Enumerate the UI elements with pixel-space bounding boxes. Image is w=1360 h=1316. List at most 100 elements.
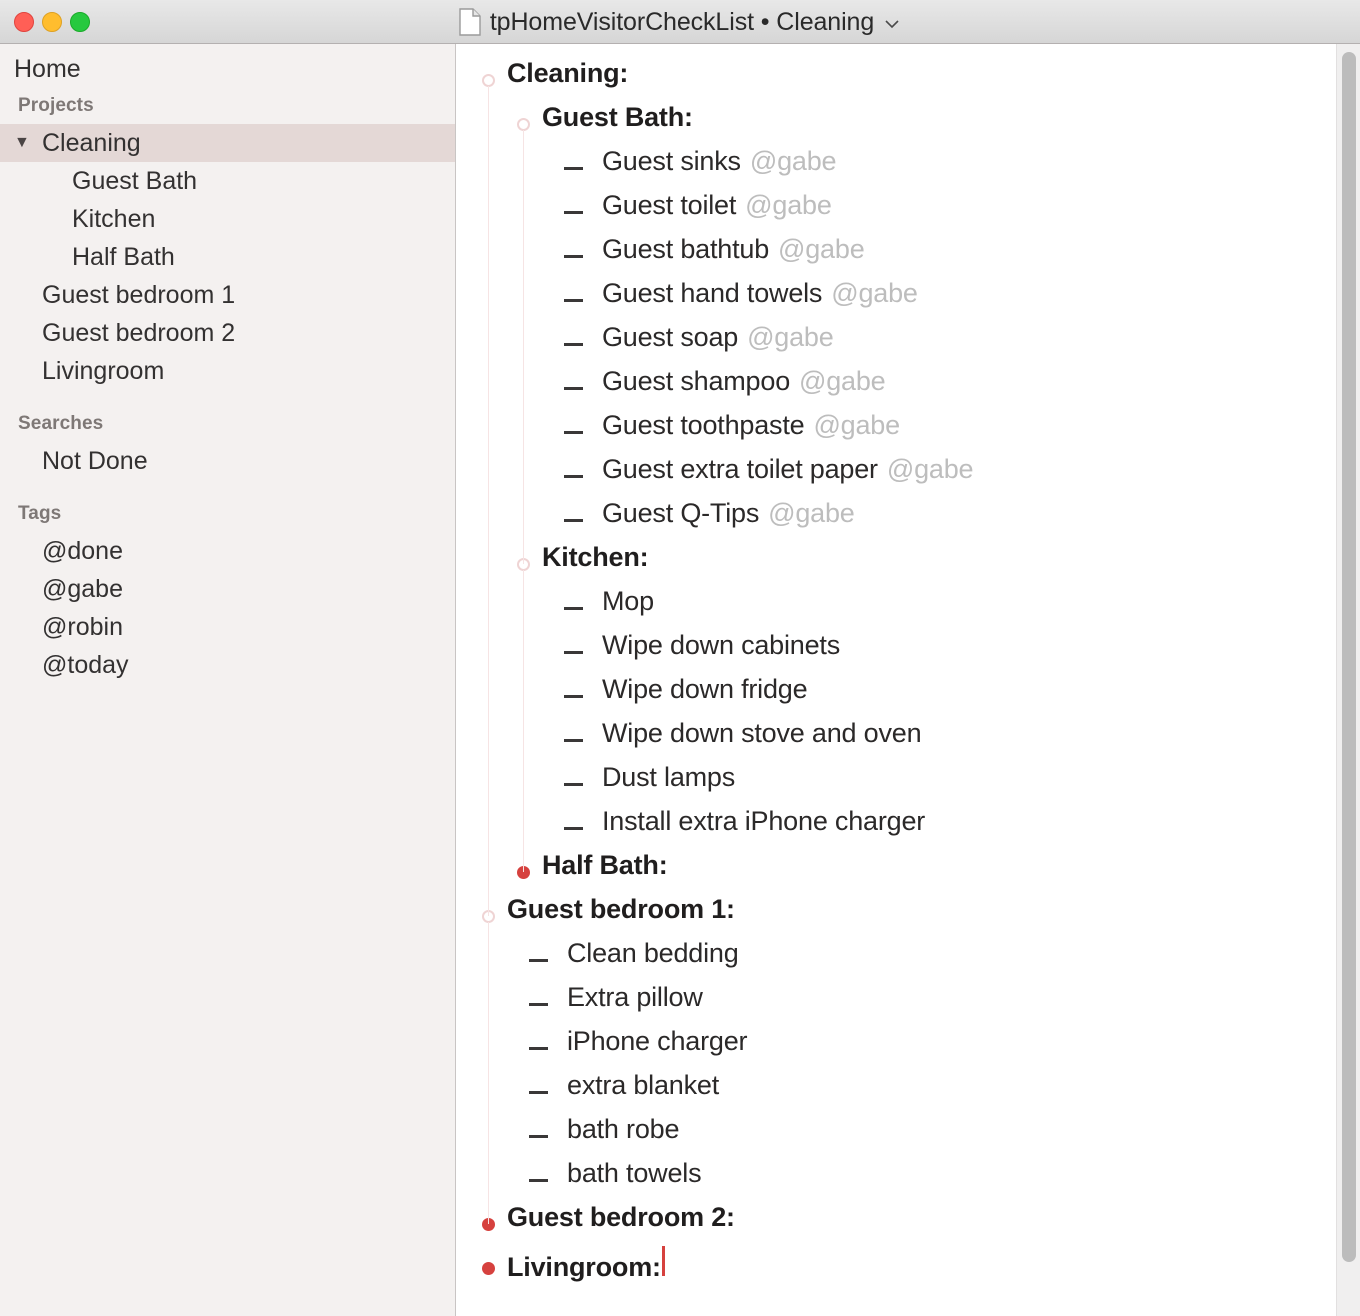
outline-task-guest-toothpaste[interactable]: Guest toothpaste @gabe [457, 410, 1360, 454]
outline-task-guest-hand-towels[interactable]: Guest hand towels @gabe [457, 278, 1360, 322]
sidebar[interactable]: Home Projects ▼ Cleaning Guest Bath Kitchen H… [0, 44, 456, 1316]
task-text: Guest shampoo [602, 366, 791, 396]
outline-task-guest-shampoo[interactable]: Guest shampoo @gabe [457, 366, 1360, 410]
sidebar-item-livingroom[interactable]: Livingroom [0, 352, 455, 390]
task-tag[interactable]: @gabe [778, 234, 865, 265]
sidebar-section-header: Tags [18, 503, 62, 524]
task-dash-icon [564, 827, 583, 830]
task-dash-icon [564, 739, 583, 742]
task-text: bath robe [567, 1114, 680, 1144]
outline-project-guest-bedroom-1[interactable]: Guest bedroom 1: [457, 894, 1360, 938]
task-tag[interactable]: @gabe [799, 366, 886, 397]
sidebar-item-guest-bedroom-1[interactable]: Guest bedroom 1 [0, 276, 455, 314]
outline-project-livingroom[interactable]: Livingroom: [457, 1246, 1360, 1290]
sidebar-item-done[interactable]: @done [0, 532, 455, 570]
zoom-button[interactable] [70, 12, 90, 32]
outline-project-half-bath[interactable]: Half Bath: [457, 850, 1360, 894]
sidebar-item-label: Not Done [42, 446, 148, 475]
outline-task-extra-blanket[interactable]: extra blanket [457, 1070, 1360, 1114]
sidebar-item-label: Cleaning [42, 128, 141, 157]
task-dash-icon [564, 211, 583, 214]
outline-task-guest-soap[interactable]: Guest soap @gabe [457, 322, 1360, 366]
sidebar-item-home[interactable]: Home [0, 50, 455, 88]
window-titlebar: tpHomeVisitorCheckList • Cleaning [0, 0, 1360, 44]
task-text: bath towels [567, 1158, 702, 1188]
collapsed-bullet-icon[interactable] [482, 1262, 495, 1275]
outline-task-wipe-down-cabinets[interactable]: Wipe down cabinets [457, 630, 1360, 674]
project-title: Livingroom: [507, 1252, 661, 1282]
outline-task-dust-lamps[interactable]: Dust lamps [457, 762, 1360, 806]
outline-task-guest-toilet[interactable]: Guest toilet @gabe [457, 190, 1360, 234]
scrollbar-thumb[interactable] [1342, 52, 1356, 1262]
sidebar-section-header: Projects [18, 95, 94, 116]
outline-task-guest-extra-toilet-paper[interactable]: Guest extra toilet paper @gabe [457, 454, 1360, 498]
sidebar-item-label: Guest bedroom 2 [42, 318, 236, 347]
document-icon [459, 8, 481, 36]
task-text: Guest toilet [602, 190, 737, 220]
outline-guide-line [488, 922, 489, 1224]
sidebar-item-robin[interactable]: @robin [0, 608, 455, 646]
task-text: Extra pillow [567, 982, 703, 1012]
sidebar-item-label: @gabe [42, 574, 123, 603]
task-text: Guest soap [602, 322, 739, 352]
vertical-scrollbar[interactable] [1336, 44, 1360, 1316]
task-tag[interactable]: @gabe [747, 322, 834, 353]
task-dash-icon [529, 1003, 548, 1006]
outline-task-wipe-down-stove-and-oven[interactable]: Wipe down stove and oven [457, 718, 1360, 762]
task-tag[interactable]: @gabe [768, 498, 855, 529]
disclosure-triangle-icon[interactable]: ▼ [14, 135, 36, 151]
sidebar-item-label: @robin [42, 612, 123, 641]
outline-task-bath-towels[interactable]: bath towels [457, 1158, 1360, 1202]
sidebar-item-label: Guest Bath [72, 166, 198, 195]
sidebar-item-cleaning[interactable]: ▼ Cleaning [0, 124, 455, 162]
task-tag[interactable]: @gabe [750, 146, 837, 177]
sidebar-item-today[interactable]: @today [0, 646, 455, 684]
sidebar-sections: Projects ▼ Cleaning Guest Bath Kitchen Half B… [0, 88, 455, 684]
task-tag[interactable]: @gabe [887, 454, 974, 485]
outline-task-mop[interactable]: Mop [457, 586, 1360, 630]
task-dash-icon [564, 519, 583, 522]
sidebar-item-guest-bedroom-2[interactable]: Guest bedroom 2 [0, 314, 455, 352]
task-dash-icon [564, 299, 583, 302]
task-text: Guest Q-Tips [602, 498, 760, 528]
sidebar-item-gabe[interactable]: @gabe [0, 570, 455, 608]
outline-task-extra-pillow[interactable]: Extra pillow [457, 982, 1360, 1026]
outline-project-guest-bedroom-2[interactable]: Guest bedroom 2: [457, 1202, 1360, 1246]
sidebar-item-half-bath[interactable]: Half Bath [0, 238, 455, 276]
chevron-down-icon[interactable] [883, 15, 901, 33]
traffic-light-group [14, 12, 90, 32]
window-title-group: tpHomeVisitorCheckList • Cleaning [0, 0, 1360, 44]
outline-guide-line [488, 86, 489, 916]
task-text: Mop [602, 586, 654, 616]
outline-task-bath-robe[interactable]: bath robe [457, 1114, 1360, 1158]
close-button[interactable] [14, 12, 34, 32]
outline-project-cleaning[interactable]: Cleaning: [457, 58, 1360, 102]
task-tag[interactable]: @gabe [813, 410, 900, 441]
task-dash-icon [529, 1179, 548, 1182]
task-text: Wipe down fridge [602, 674, 808, 704]
outline-task-guest-q-tips[interactable]: Guest Q-Tips @gabe [457, 498, 1360, 542]
outline-task-guest-bathtub[interactable]: Guest bathtub @gabe [457, 234, 1360, 278]
outline-project-kitchen[interactable]: Kitchen: [457, 542, 1360, 586]
task-dash-icon [529, 1091, 548, 1094]
outline-task-iphone-charger[interactable]: iPhone charger [457, 1026, 1360, 1070]
outline-task-wipe-down-fridge[interactable]: Wipe down fridge [457, 674, 1360, 718]
outline-task-install-extra-iphone-charger[interactable]: Install extra iPhone charger [457, 806, 1360, 850]
sidebar-item-kitchen[interactable]: Kitchen [0, 200, 455, 238]
task-tag[interactable]: @gabe [831, 278, 918, 309]
task-tag[interactable]: @gabe [745, 190, 832, 221]
minimize-button[interactable] [42, 12, 62, 32]
task-dash-icon [564, 387, 583, 390]
outline-task-clean-bedding[interactable]: Clean bedding [457, 938, 1360, 982]
task-dash-icon [564, 255, 583, 258]
task-text: extra blanket [567, 1070, 719, 1100]
task-text: Guest extra toilet paper [602, 454, 878, 484]
sidebar-item-guest-bath[interactable]: Guest Bath [0, 162, 455, 200]
outline-editor[interactable]: Cleaning: Guest Bath: Guest sinks @gabe Gues… [457, 44, 1360, 1316]
task-text: Guest bathtub [602, 234, 770, 264]
outline-task-guest-sinks[interactable]: Guest sinks @gabe [457, 146, 1360, 190]
outline-project-guest-bath[interactable]: Guest Bath: [457, 102, 1360, 146]
sidebar-item-not-done[interactable]: Not Done [0, 442, 455, 480]
